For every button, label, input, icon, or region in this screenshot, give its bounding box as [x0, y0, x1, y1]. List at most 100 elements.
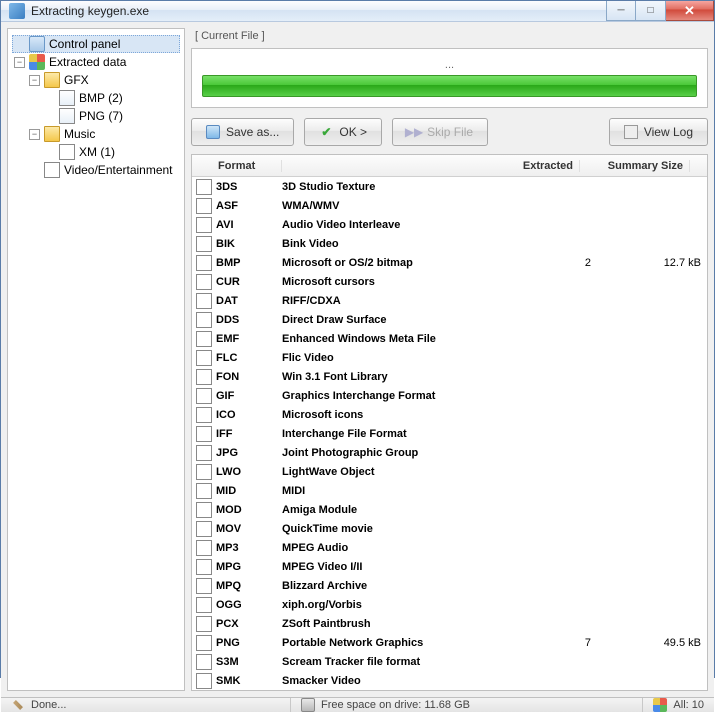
cell-format: FLC [216, 352, 282, 364]
tree-item[interactable]: −GFX [12, 71, 180, 89]
format-icon [196, 236, 212, 252]
cell-description: MIDI [282, 485, 517, 497]
table-row[interactable]: MODAmiga Module [192, 500, 707, 519]
format-icon [196, 540, 212, 556]
format-icon [196, 179, 212, 195]
status-all-text: All: 10 [673, 699, 704, 711]
format-icon [196, 445, 212, 461]
current-file-label: [ Current File ] [191, 28, 708, 48]
grid-body[interactable]: 3DS3D Studio TextureASFWMA/WMVAVIAudio V… [192, 177, 707, 690]
cell-description: Audio Video Interleave [282, 219, 517, 231]
table-row[interactable]: OGGxiph.org/Vorbis [192, 595, 707, 614]
cell-format: PCX [216, 618, 282, 630]
tree-node-label: Extracted data [49, 55, 126, 69]
format-icon [196, 635, 212, 651]
progress-caption: ... [202, 59, 697, 71]
cell-format: MPQ [216, 580, 282, 592]
format-icon [196, 274, 212, 290]
format-icon [196, 426, 212, 442]
tree-node-label: BMP (2) [79, 91, 123, 105]
table-row[interactable]: S3MScream Tracker file format [192, 652, 707, 671]
tree-node-icon [59, 144, 75, 160]
cell-format: S3M [216, 656, 282, 668]
table-row[interactable]: LWOLightWave Object [192, 462, 707, 481]
cell-format: MOD [216, 504, 282, 516]
table-row[interactable]: BMPMicrosoft or OS/2 bitmap212.7 kB [192, 253, 707, 272]
cell-format: 3DS [216, 181, 282, 193]
ok-button[interactable]: ✔ OK > [304, 118, 382, 146]
table-row[interactable]: DDSDirect Draw Surface [192, 310, 707, 329]
window-title: Extracting keygen.exe [31, 4, 606, 18]
format-icon [196, 521, 212, 537]
table-row[interactable]: PNGPortable Network Graphics749.5 kB [192, 633, 707, 652]
tree-node-icon [44, 162, 60, 178]
format-icon [196, 331, 212, 347]
table-row[interactable]: FONWin 3.1 Font Library [192, 367, 707, 386]
client-area: Control panel−Extracted data−GFXBMP (2)P… [1, 22, 714, 697]
table-row[interactable]: ICOMicrosoft icons [192, 405, 707, 424]
statusbar: Done... Free space on drive: 11.68 GB Al… [1, 697, 714, 712]
table-row[interactable]: PCXZSoft Paintbrush [192, 614, 707, 633]
table-row[interactable]: BIKBink Video [192, 234, 707, 253]
maximize-button[interactable]: □ [636, 1, 666, 21]
tree-toggle-icon[interactable]: − [14, 57, 25, 68]
cell-description: Direct Draw Surface [282, 314, 517, 326]
cell-format: AVI [216, 219, 282, 231]
tree-pane[interactable]: Control panel−Extracted data−GFXBMP (2)P… [7, 28, 185, 691]
table-row[interactable]: MIDMIDI [192, 481, 707, 500]
skip-file-button[interactable]: ▶▶ Skip File [392, 118, 488, 146]
tree-node-label: Control panel [49, 37, 120, 51]
format-icon [196, 407, 212, 423]
app-window: Extracting keygen.exe ─ □ ✕ Control pane… [0, 0, 715, 678]
tree-item[interactable]: − Extracted data [12, 53, 180, 71]
table-row[interactable]: MPQBlizzard Archive [192, 576, 707, 595]
minimize-button[interactable]: ─ [606, 1, 636, 21]
save-as-button[interactable]: Save as... [191, 118, 294, 146]
table-row[interactable]: MPGMPEG Video I/II [192, 557, 707, 576]
table-row[interactable]: EMFEnhanced Windows Meta File [192, 329, 707, 348]
cell-format: MID [216, 485, 282, 497]
cell-format: MOV [216, 523, 282, 535]
tree-toggle-icon[interactable]: − [29, 129, 40, 140]
format-icon [196, 502, 212, 518]
table-row[interactable]: JPGJoint Photographic Group [192, 443, 707, 462]
tree-toggle-icon[interactable]: − [29, 75, 40, 86]
table-row[interactable]: IFFInterchange File Format [192, 424, 707, 443]
format-icon [196, 217, 212, 233]
tree-node-label: Music [64, 127, 95, 141]
status-freespace-text: Free space on drive: 11.68 GB [321, 699, 470, 711]
tree-item[interactable]: BMP (2) [12, 89, 180, 107]
cell-description: Microsoft cursors [282, 276, 517, 288]
table-row[interactable]: SMKSmacker Video [192, 671, 707, 690]
cell-description: MPEG Video I/II [282, 561, 517, 573]
tree-item[interactable]: − Music [12, 125, 180, 143]
format-icon [196, 293, 212, 309]
format-icon [196, 559, 212, 575]
col-format[interactable]: Format [192, 160, 282, 172]
tree-item[interactable]: Video/Entertainment [12, 161, 180, 179]
table-row[interactable]: CURMicrosoft cursors [192, 272, 707, 291]
tree-item[interactable]: XM (1) [12, 143, 180, 161]
view-log-button[interactable]: View Log [609, 118, 708, 146]
table-row[interactable]: MOVQuickTime movie [192, 519, 707, 538]
table-row[interactable]: MP3MPEG Audio [192, 538, 707, 557]
tree-node-icon [44, 72, 60, 88]
cell-format: BIK [216, 238, 282, 250]
cell-format: SMK [216, 675, 282, 687]
table-row[interactable]: FLCFlic Video [192, 348, 707, 367]
table-row[interactable]: ASFWMA/WMV [192, 196, 707, 215]
table-row[interactable]: GIFGraphics Interchange Format [192, 386, 707, 405]
table-row[interactable]: AVIAudio Video Interleave [192, 215, 707, 234]
table-row[interactable]: 3DS3D Studio Texture [192, 177, 707, 196]
close-button[interactable]: ✕ [666, 1, 714, 21]
format-icon [196, 350, 212, 366]
cell-description: Bink Video [282, 238, 517, 250]
cell-format: ASF [216, 200, 282, 212]
tree-item[interactable]: PNG (7) [12, 107, 180, 125]
cell-description: Interchange File Format [282, 428, 517, 440]
cell-description: Blizzard Archive [282, 580, 517, 592]
table-row[interactable]: DATRIFF/CDXA [192, 291, 707, 310]
tree-item[interactable]: Control panel [12, 35, 180, 53]
col-summary-size[interactable]: Summary Size [580, 160, 690, 172]
col-extracted[interactable]: Extracted [500, 160, 580, 172]
